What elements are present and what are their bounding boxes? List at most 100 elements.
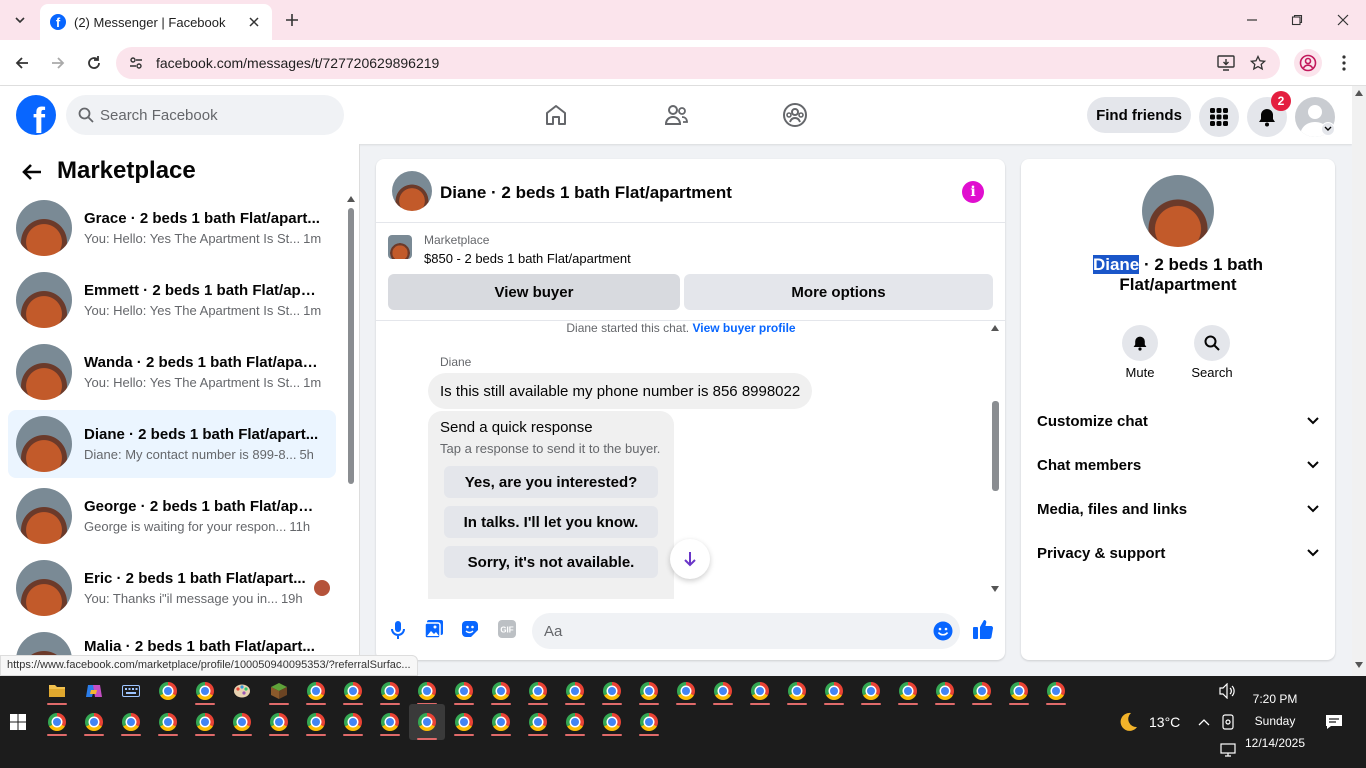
chrome-icon[interactable] (376, 677, 404, 705)
chrome-icon[interactable] (117, 708, 145, 736)
scroll-to-bottom-button[interactable] (670, 539, 710, 579)
profile-avatar[interactable] (1142, 175, 1214, 247)
sidebar-scrollbar[interactable] (346, 194, 356, 676)
home-icon[interactable] (540, 101, 572, 129)
chrome-icon[interactable] (339, 708, 367, 736)
photo-icon[interactable] (424, 618, 444, 640)
clock-date[interactable]: 12/14/2025 (1240, 736, 1310, 750)
customize-chat-section[interactable]: Customize chat (1037, 409, 1319, 433)
close-tab-icon[interactable] (246, 14, 262, 30)
clock-time[interactable]: 7:20 PM (1240, 692, 1310, 706)
bookmark-star-icon[interactable] (1248, 53, 1268, 73)
browser-tab-messenger[interactable]: f (2) Messenger | Facebook (40, 4, 272, 40)
chrome-icon[interactable] (598, 677, 626, 705)
conversation-item[interactable]: Wanda · 2 beds 1 bath Flat/apart... You:… (8, 338, 336, 406)
browser-menu-icon[interactable] (1332, 51, 1356, 75)
reload-icon[interactable] (82, 51, 106, 75)
chrome-icon[interactable] (524, 677, 552, 705)
chrome-icon[interactable] (376, 708, 404, 736)
avatar[interactable] (392, 171, 432, 211)
message-scrollbar[interactable] (989, 321, 1001, 599)
chrome-icon[interactable] (635, 708, 663, 736)
chrome-icon[interactable] (672, 677, 700, 705)
conversation-item[interactable]: Eric · 2 beds 1 bath Flat/apart... You: … (8, 554, 336, 622)
minimize-icon[interactable] (1240, 8, 1264, 32)
file-explorer-icon[interactable] (43, 677, 71, 705)
keyboard-icon[interactable] (117, 677, 145, 705)
chrome-icon[interactable] (450, 677, 478, 705)
facebook-logo-icon[interactable]: f (16, 95, 56, 135)
chrome-icon[interactable] (524, 708, 552, 736)
emoji-icon[interactable] (932, 620, 954, 642)
install-app-icon[interactable] (1216, 53, 1236, 73)
restore-icon[interactable] (1285, 8, 1309, 32)
chrome-icon[interactable] (191, 708, 219, 736)
chrome-icon[interactable] (302, 677, 330, 705)
chrome-icon[interactable] (265, 708, 293, 736)
search-input[interactable]: Search Facebook (66, 95, 344, 135)
chat-title[interactable]: Diane · 2 beds 1 bath Flat/apartment (440, 183, 732, 203)
listing-thumbnail[interactable] (388, 235, 412, 259)
conversation-item-selected[interactable]: Diane · 2 beds 1 bath Flat/apart... Dian… (8, 410, 336, 478)
network-icon[interactable] (1214, 738, 1242, 762)
chrome-icon[interactable] (561, 677, 589, 705)
copilot-icon[interactable] (80, 677, 108, 705)
quick-response-button[interactable]: Yes, are you interested? (444, 466, 658, 498)
gif-icon[interactable]: GIF (496, 618, 518, 640)
weather-temp[interactable]: 13°C (1149, 714, 1180, 730)
chrome-icon-active[interactable] (409, 704, 445, 740)
close-window-icon[interactable] (1331, 8, 1355, 32)
message-bubble[interactable]: Is this still available my phone number … (428, 373, 813, 409)
chrome-icon[interactable] (43, 708, 71, 736)
weather-moon-icon[interactable] (1114, 708, 1142, 736)
speaker-icon[interactable] (1214, 677, 1242, 705)
info-icon[interactable]: i (962, 181, 984, 203)
mute-button[interactable] (1122, 325, 1158, 361)
view-buyer-profile-link[interactable]: View buyer profile (692, 321, 795, 335)
quick-response-button[interactable]: In talks. I'll let you know. (444, 506, 658, 538)
chrome-icon[interactable] (635, 677, 663, 705)
chrome-icon[interactable] (1042, 677, 1070, 705)
chrome-icon[interactable] (1005, 677, 1033, 705)
chat-members-section[interactable]: Chat members (1037, 453, 1319, 477)
view-buyer-button[interactable]: View buyer (388, 274, 680, 310)
forward-icon[interactable] (46, 51, 70, 75)
chrome-icon[interactable] (413, 677, 441, 705)
profile-icon[interactable] (1294, 49, 1322, 77)
site-settings-icon[interactable] (126, 53, 146, 73)
media-files-section[interactable]: Media, files and links (1037, 497, 1319, 521)
windows-start-icon[interactable] (4, 708, 32, 736)
chrome-icon[interactable] (450, 708, 478, 736)
menu-grid-button[interactable] (1199, 97, 1239, 137)
clock-day[interactable]: Sunday (1240, 714, 1310, 728)
sticker-icon[interactable] (460, 618, 480, 640)
minecraft-icon[interactable] (265, 677, 293, 705)
address-bar[interactable]: facebook.com/messages/t/727720629896219 (116, 47, 1280, 79)
back-icon[interactable] (10, 51, 34, 75)
chrome-icon[interactable] (931, 677, 959, 705)
message-input[interactable]: Aa (532, 613, 960, 649)
friends-icon[interactable] (660, 101, 692, 129)
chrome-icon[interactable] (339, 677, 367, 705)
conversation-item[interactable]: Emmett · 2 beds 1 bath Flat/apar... You:… (8, 266, 336, 334)
chrome-icon[interactable] (302, 708, 330, 736)
new-tab-icon[interactable] (280, 8, 304, 32)
chrome-icon[interactable] (968, 677, 996, 705)
chrome-icon[interactable] (228, 708, 256, 736)
tab-search-icon[interactable] (8, 8, 32, 32)
groups-icon[interactable] (779, 101, 811, 129)
chrome-icon[interactable] (487, 677, 515, 705)
more-options-button[interactable]: More options (684, 274, 993, 310)
chrome-icon[interactable] (894, 677, 922, 705)
chrome-icon[interactable] (857, 677, 885, 705)
conversation-item[interactable]: Grace · 2 beds 1 bath Flat/apart... You:… (8, 194, 336, 262)
chrome-icon[interactable] (783, 677, 811, 705)
chrome-icon[interactable] (561, 708, 589, 736)
notifications-button[interactable]: 2 (1247, 91, 1291, 137)
chrome-icon[interactable] (191, 677, 219, 705)
chrome-icon[interactable] (598, 708, 626, 736)
privacy-support-section[interactable]: Privacy & support (1037, 541, 1319, 565)
page-scrollbar[interactable] (1352, 86, 1366, 676)
quick-response-button[interactable]: Sorry, it's not available. (444, 546, 658, 578)
microphone-icon[interactable] (388, 618, 408, 642)
